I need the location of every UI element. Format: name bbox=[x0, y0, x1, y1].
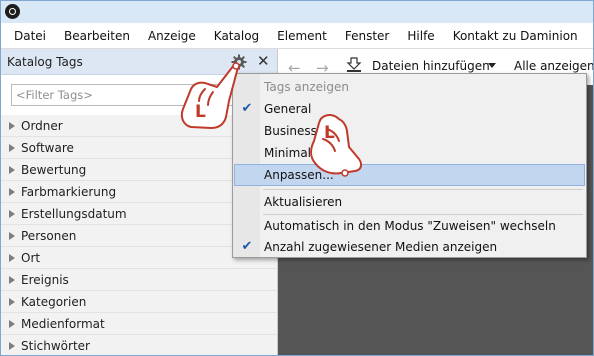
svg-text:L: L bbox=[324, 123, 335, 143]
svg-text:L: L bbox=[195, 102, 206, 122]
menu-item-minimal[interactable]: Minimal bbox=[234, 142, 585, 164]
tag-label: Kategorien bbox=[21, 294, 87, 309]
menu-item-business[interactable]: Business bbox=[234, 120, 585, 142]
tag-label: Ereignis bbox=[21, 272, 69, 287]
add-files-button[interactable]: Dateien hinzufügen bbox=[372, 59, 490, 73]
menu-item-refresh[interactable]: Aktualisieren bbox=[234, 191, 585, 213]
menu-item-label: Anzahl zugewiesener Medien anzeigen bbox=[264, 240, 498, 254]
expand-triangle-icon[interactable] bbox=[9, 121, 15, 130]
tag-row-kategorien[interactable]: Kategorien bbox=[1, 291, 277, 313]
tag-row-ereignis[interactable]: Ereignis bbox=[1, 269, 277, 291]
menu-separator bbox=[263, 189, 583, 190]
menu-item-show-count[interactable]: ✔ Anzahl zugewiesener Medien anzeigen bbox=[234, 236, 585, 258]
tag-label: Ordner bbox=[21, 118, 63, 133]
menu-katalog[interactable]: Katalog bbox=[205, 29, 268, 43]
tag-label: Bewertung bbox=[21, 162, 87, 177]
tag-label: Stichwörter bbox=[21, 338, 90, 353]
expand-triangle-icon[interactable] bbox=[9, 275, 15, 284]
checkmark-icon: ✔ bbox=[241, 239, 253, 254]
menu-bar: Datei Bearbeiten Anzeige Katalog Element… bbox=[1, 23, 593, 49]
tag-label: Personen bbox=[21, 228, 77, 243]
menu-kontakt[interactable]: Kontakt zu Daminion bbox=[444, 29, 587, 43]
app-logo-icon bbox=[5, 4, 20, 19]
menu-item-label: Aktualisieren bbox=[264, 195, 343, 209]
menu-header-show-tags: Tags anzeigen bbox=[234, 76, 585, 98]
expand-triangle-icon[interactable] bbox=[9, 253, 15, 262]
tag-label: Farbmarkierung bbox=[21, 184, 117, 199]
expand-triangle-icon[interactable] bbox=[9, 231, 15, 240]
hand-cursor-icon: L bbox=[310, 114, 363, 177]
expand-triangle-icon[interactable] bbox=[9, 319, 15, 328]
expand-triangle-icon[interactable] bbox=[9, 187, 15, 196]
app-window: Datei Bearbeiten Anzeige Katalog Element… bbox=[0, 0, 594, 356]
expand-triangle-icon[interactable] bbox=[9, 165, 15, 174]
chevron-down-icon[interactable] bbox=[488, 63, 496, 68]
tag-label: Erstellungsdatum bbox=[21, 206, 127, 221]
menu-datei[interactable]: Datei bbox=[5, 29, 55, 43]
expand-triangle-icon[interactable] bbox=[9, 209, 15, 218]
menu-element[interactable]: Element bbox=[268, 29, 336, 43]
tags-context-menu: Tags anzeigen ✔ General Business Minimal… bbox=[232, 73, 587, 258]
expand-triangle-icon[interactable] bbox=[9, 297, 15, 306]
expand-triangle-icon[interactable] bbox=[9, 341, 15, 350]
expand-triangle-icon[interactable] bbox=[9, 143, 15, 152]
menu-item-auto-assign[interactable]: Automatisch in den Modus "Zuweisen" wech… bbox=[234, 215, 585, 237]
menu-bearbeiten[interactable]: Bearbeiten bbox=[55, 29, 139, 43]
tag-label: Ort bbox=[21, 250, 41, 265]
menu-header-label: Tags anzeigen bbox=[264, 80, 349, 94]
hand-cursor-icon: L bbox=[180, 62, 240, 129]
menu-item-general[interactable]: ✔ General bbox=[234, 98, 585, 120]
menu-fenster[interactable]: Fenster bbox=[336, 29, 399, 43]
menu-item-label: Automatisch in den Modus "Zuweisen" wech… bbox=[264, 219, 556, 233]
close-icon[interactable]: ✕ bbox=[257, 52, 270, 70]
tag-label: Medienformat bbox=[21, 316, 105, 331]
menu-item-customize[interactable]: Anpassen... bbox=[234, 164, 585, 186]
add-files-icon[interactable] bbox=[346, 57, 362, 73]
title-bar bbox=[1, 1, 593, 23]
menu-anzeige[interactable]: Anzeige bbox=[139, 29, 205, 43]
tag-row-stichwoerter[interactable]: Stichwörter bbox=[1, 335, 277, 355]
menu-hilfe[interactable]: Hilfe bbox=[398, 29, 443, 43]
tag-row-medienformat[interactable]: Medienformat bbox=[1, 313, 277, 335]
show-all-button[interactable]: Alle anzeigen bbox=[514, 59, 593, 73]
tag-label: Software bbox=[21, 140, 74, 155]
panel-title: Katalog Tags bbox=[7, 55, 83, 69]
